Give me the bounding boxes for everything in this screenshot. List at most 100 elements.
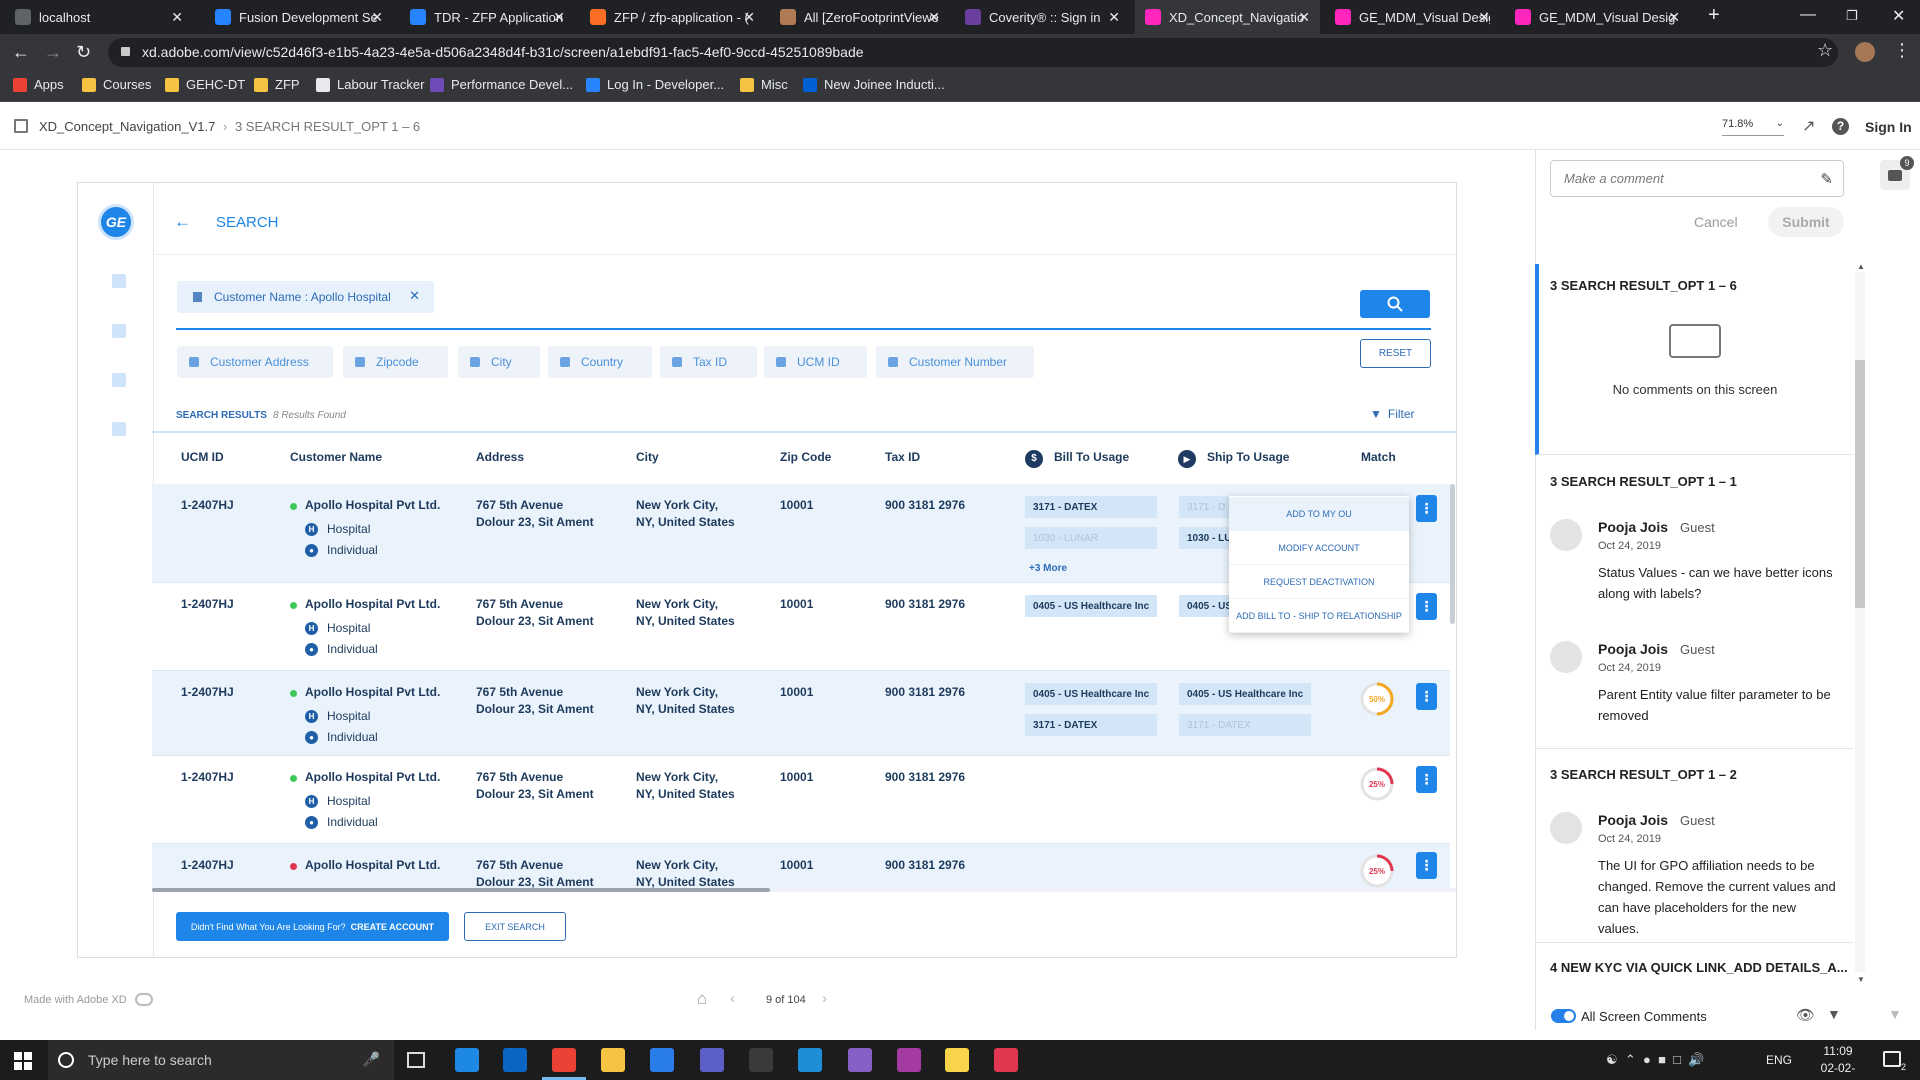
menu-request-deactivation[interactable]: REQUEST DEACTIVATION: [1229, 565, 1409, 599]
fullscreen-icon[interactable]: ↗: [1802, 116, 1815, 136]
tab-close-icon[interactable]: ✕: [171, 9, 183, 26]
cancel-comment-button[interactable]: Cancel: [1694, 214, 1738, 230]
explorer-icon[interactable]: [601, 1048, 625, 1072]
home-icon[interactable]: ⌂: [697, 989, 707, 1009]
row-actions-button[interactable]: ⋮: [1416, 683, 1437, 710]
taskbar-search[interactable]: Type here to search 🎤: [48, 1040, 394, 1080]
tab-close-icon[interactable]: ✕: [1108, 9, 1120, 26]
sidebar-item-3[interactable]: [112, 373, 126, 387]
filter-chip[interactable]: UCM ID: [764, 346, 867, 378]
browser-tab[interactable]: ZFP / zfp-application - (✕: [580, 0, 765, 34]
panel-scroll-up-icon[interactable]: ▲: [1857, 262, 1865, 271]
thread-screen-title[interactable]: 3 SEARCH RESULT_OPT 1 – 1: [1550, 474, 1737, 489]
active-filter-chip[interactable]: Customer Name : Apollo Hospital ✕: [177, 281, 434, 313]
bookmark-item[interactable]: Apps: [13, 77, 64, 92]
browser-tab[interactable]: GE_MDM_Visual Desig ✕: [1325, 0, 1500, 34]
back-arrow-icon[interactable]: ←: [174, 212, 191, 232]
table-horizontal-scrollbar[interactable]: [152, 888, 770, 892]
bookmark-item[interactable]: Log In - Developer...: [586, 77, 724, 92]
bill-to-tag[interactable]: 3171 - DATEX: [1025, 714, 1157, 736]
exit-search-button[interactable]: EXIT SEARCH: [464, 912, 566, 941]
bill-to-tag[interactable]: 3171 - DATEX: [1025, 496, 1157, 518]
filter-comments-icon[interactable]: ▼: [1827, 1006, 1841, 1022]
sticky-notes-icon[interactable]: [945, 1048, 969, 1072]
profile-avatar[interactable]: [1855, 42, 1875, 62]
filter-chip[interactable]: Country: [548, 346, 652, 378]
next-screen-icon[interactable]: ›: [822, 990, 827, 1007]
table-vertical-scrollbar[interactable]: [1450, 484, 1455, 624]
thread-screen-title[interactable]: 3 SEARCH RESULT_OPT 1 – 2: [1550, 767, 1737, 782]
outlook-icon[interactable]: [503, 1048, 527, 1072]
grid-view-icon[interactable]: [14, 119, 28, 133]
tab-close-icon[interactable]: ✕: [371, 9, 383, 26]
create-account-button[interactable]: Didn't Find What You Are Looking For? CR…: [176, 912, 449, 941]
comment-input[interactable]: Make a comment ✎: [1550, 160, 1844, 197]
close-window-icon[interactable]: ✕: [1892, 6, 1905, 26]
onenote-icon[interactable]: [897, 1048, 921, 1072]
submit-comment-button[interactable]: Submit: [1768, 207, 1844, 237]
bill-to-tag[interactable]: 1030 - LUNAR: [1025, 527, 1157, 549]
clock[interactable]: 11:09 02-02-2021: [1808, 1043, 1868, 1080]
side-filter-icon[interactable]: ▼: [1888, 1006, 1902, 1022]
menu-add-bill-ship-relationship[interactable]: ADD BILL TO - SHIP TO RELATIONSHIP: [1229, 599, 1409, 633]
back-icon[interactable]: ←: [12, 42, 30, 63]
chrome-icon[interactable]: [552, 1048, 576, 1072]
browser-tab[interactable]: XD_Concept_Navigatio ✕: [1135, 0, 1320, 34]
bookmark-item[interactable]: Courses: [82, 77, 151, 92]
table-row[interactable]: 1-2407HJ Apollo Hospital Pvt Ltd. H Hospita…: [152, 671, 1450, 756]
menu-add-to-my-ou[interactable]: ADD TO MY OU: [1229, 497, 1409, 531]
bookmark-star-icon[interactable]: ☆: [1817, 40, 1833, 61]
visualstudio-icon[interactable]: [848, 1048, 872, 1072]
browser-tab[interactable]: localhost ✕: [5, 0, 193, 34]
ship-to-tag[interactable]: 0405 - US Healthcare Inc: [1179, 683, 1311, 705]
todo-icon[interactable]: [650, 1048, 674, 1072]
filter-chip[interactable]: City: [458, 346, 540, 378]
task-view-icon[interactable]: [407, 1052, 425, 1068]
forward-icon[interactable]: →: [44, 42, 62, 63]
panel-scrollbar[interactable]: [1855, 360, 1865, 608]
sign-in-link[interactable]: Sign In: [1865, 119, 1912, 135]
filter-chip[interactable]: Customer Number: [876, 346, 1034, 378]
teams-icon[interactable]: [700, 1048, 724, 1072]
filter-chip[interactable]: Zipcode: [343, 346, 448, 378]
browser-tab[interactable]: TDR - ZFP Application (✕: [400, 0, 575, 34]
reload-icon[interactable]: ↻: [76, 42, 91, 63]
breadcrumb-project[interactable]: XD_Concept_Navigation_V1.7: [39, 119, 215, 134]
remove-filter-icon[interactable]: ✕: [409, 288, 420, 304]
zoom-select[interactable]: 71.8% ⌄: [1722, 118, 1784, 136]
next-screen-title[interactable]: 4 NEW KYC VIA QUICK LINK_ADD DETAILS_A..…: [1550, 960, 1848, 975]
bookmark-item[interactable]: GEHC-DT: [165, 77, 245, 92]
tab-close-icon[interactable]: ✕: [1478, 9, 1490, 26]
browser-tab[interactable]: All [ZeroFootprintViewe ✕: [770, 0, 950, 34]
filter-chip[interactable]: Tax ID: [660, 346, 757, 378]
notifications-icon[interactable]: 2: [1883, 1051, 1906, 1072]
eye-icon[interactable]: 👁: [1796, 1006, 1815, 1024]
tab-close-icon[interactable]: ✕: [1298, 9, 1310, 26]
table-row[interactable]: 1-2407HJ Apollo Hospital Pvt Ltd. 767 5th …: [152, 844, 1450, 889]
language-indicator[interactable]: ENG: [1766, 1053, 1792, 1067]
help-icon[interactable]: ?: [1832, 118, 1849, 135]
tab-close-icon[interactable]: ✕: [743, 9, 755, 26]
browser-tab[interactable]: GE_MDM_Visual Desig ✕: [1505, 0, 1690, 34]
search-button[interactable]: [1360, 290, 1430, 318]
terminal-icon[interactable]: [749, 1048, 773, 1072]
all-comments-toggle[interactable]: [1551, 1009, 1576, 1023]
bookmark-item[interactable]: New Joinee Inducti...: [803, 77, 945, 92]
more-link[interactable]: +3 More: [1029, 560, 1067, 577]
menu-modify-account[interactable]: MODIFY ACCOUNT: [1229, 531, 1409, 565]
reset-button[interactable]: RESET: [1360, 339, 1431, 368]
sidebar-item-4[interactable]: [112, 422, 126, 436]
row-actions-button[interactable]: ⋮: [1416, 593, 1437, 620]
browser-tab[interactable]: Coverity® :: Sign in ✕: [955, 0, 1130, 34]
row-actions-button[interactable]: ⋮: [1416, 495, 1437, 522]
tab-close-icon[interactable]: ✕: [928, 9, 940, 26]
comments-toggle-button[interactable]: 9: [1880, 156, 1914, 190]
browser-tab[interactable]: Fusion Development Se ✕: [205, 0, 393, 34]
bookmark-item[interactable]: Misc: [740, 77, 788, 92]
bill-to-tag[interactable]: 0405 - US Healthcare Inc: [1025, 683, 1157, 705]
vscode-icon[interactable]: [798, 1048, 822, 1072]
panel-scroll-down-icon[interactable]: ▼: [1857, 975, 1865, 984]
bookmark-item[interactable]: Performance Devel...: [430, 77, 573, 92]
new-tab-button[interactable]: +: [1708, 4, 1720, 27]
tab-close-icon[interactable]: ✕: [553, 9, 565, 26]
